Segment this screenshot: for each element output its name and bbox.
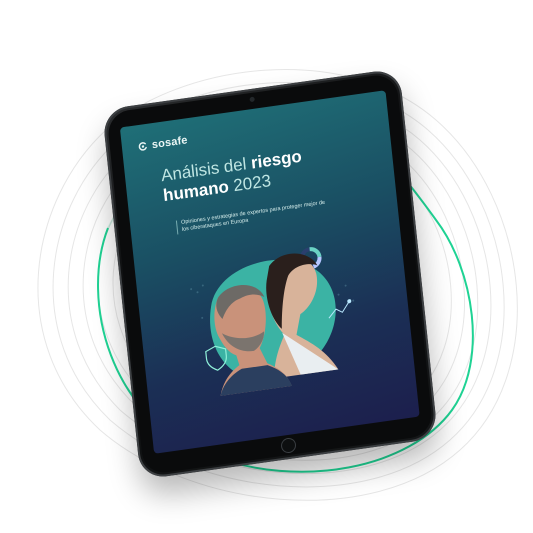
subtitle-block: Opiniones y estrategias de expertos para… <box>175 199 331 235</box>
title-line1-strong: riesgo <box>250 146 303 173</box>
brand-logo: sosafe <box>137 134 188 153</box>
tablet-screen: sosafe Análisis del riesgo humano 2023 O… <box>119 90 420 454</box>
cover-subtitle: Opiniones y estrategias de expertos para… <box>180 199 326 233</box>
sosafe-logo-icon <box>138 142 147 151</box>
brand-name: sosafe <box>151 134 189 152</box>
cover-title: Análisis del riesgo humano 2023 <box>160 138 362 206</box>
people-illustration <box>190 247 355 397</box>
cover-illustration <box>175 225 379 401</box>
tablet-device: sosafe Análisis del riesgo humano 2023 O… <box>101 68 439 480</box>
product-showcase: sosafe Análisis del riesgo humano 2023 O… <box>0 0 533 533</box>
